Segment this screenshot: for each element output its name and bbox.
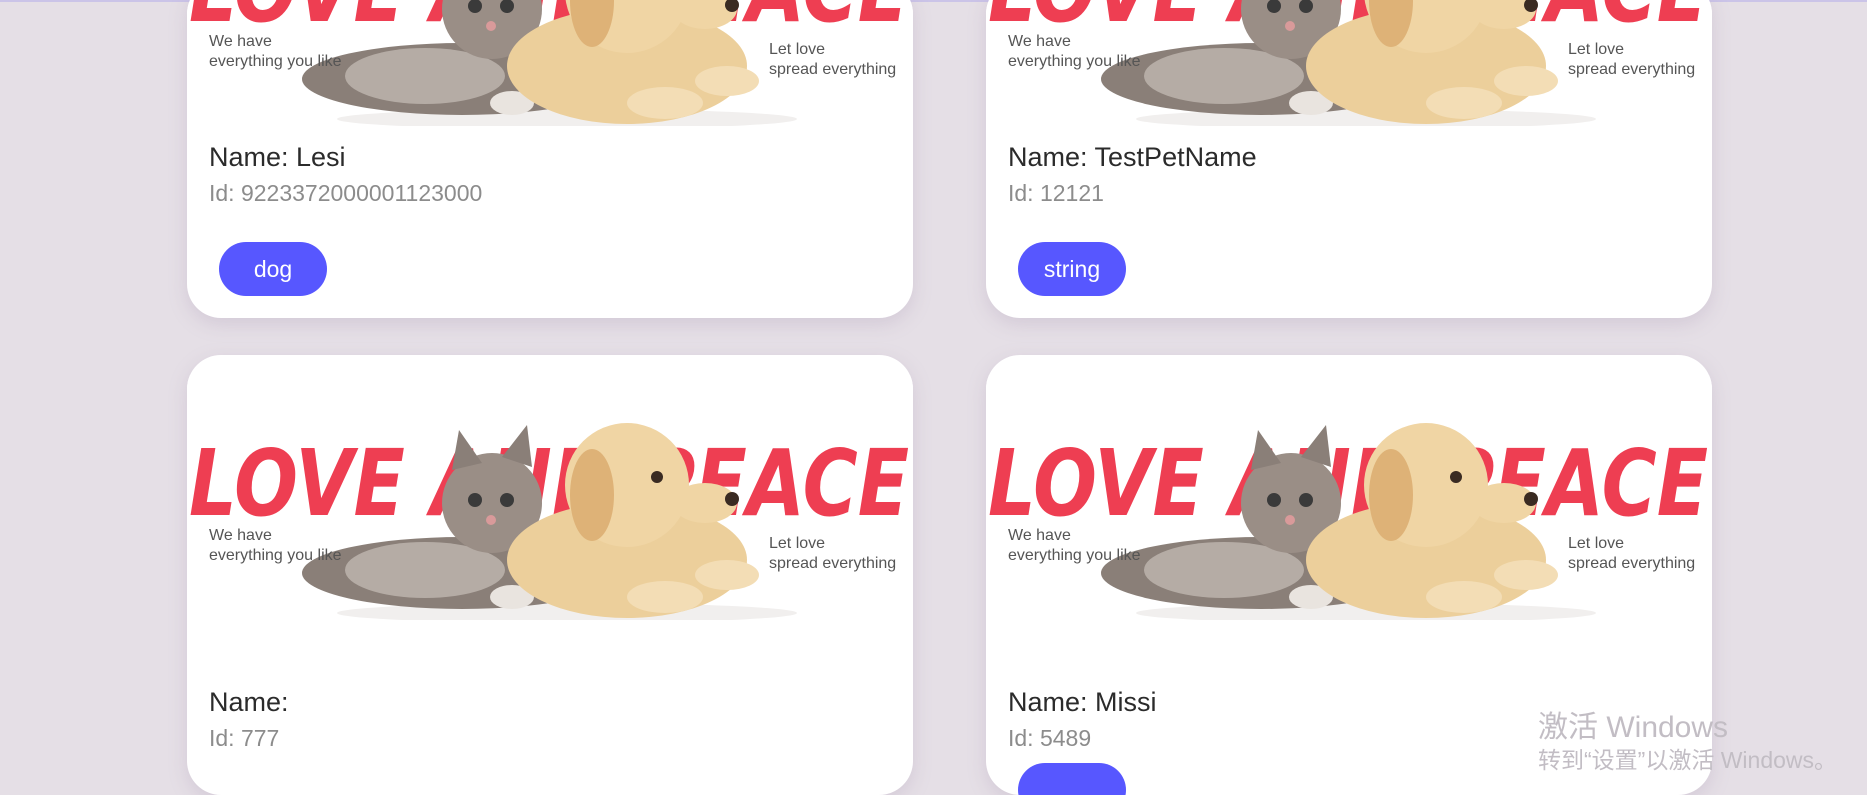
banner-left-line2: everything you like (1008, 547, 1141, 564)
pet-tag-button[interactable] (1018, 763, 1126, 795)
banner-right-line1: Let love (1568, 535, 1624, 552)
banner-right-line1: Let love (769, 41, 825, 58)
pet-id: Id: 777 (209, 725, 280, 751)
pet-card[interactable]: LOVE AND PEACE (986, 0, 1712, 318)
pet-banner-image: LOVE AND PEACE (986, 0, 1712, 126)
banner-left-line2: everything you like (209, 53, 342, 70)
love-and-peace-banner: LOVE AND PEACE (189, 423, 909, 620)
pet-name: Name: TestPetName (1008, 142, 1257, 172)
windows-activation-watermark: 激活 Windows 转到“设置”以激活 Windows。 (1538, 710, 1837, 774)
banner-left-line2: everything you like (1008, 53, 1141, 70)
love-and-peace-banner: LOVE AND PEACE (988, 423, 1708, 620)
banner-right-line2: spread everything (1568, 61, 1695, 78)
love-and-peace-banner: LOVE AND PEACE (988, 0, 1708, 126)
pet-id: Id: 5489 (1008, 725, 1092, 751)
banner-left-line1: We have (209, 33, 272, 50)
pet-id: Id: 12121 (1008, 180, 1104, 206)
banner-right-line2: spread everything (769, 61, 896, 78)
pet-id: Id: 9223372000001123000 (209, 180, 483, 206)
love-and-peace-banner: LOVE AND PEACE (189, 0, 909, 126)
pet-banner-image: LOVE AND PEACE (187, 0, 913, 126)
pet-card[interactable]: LOVE AND PEACE (187, 0, 913, 318)
pet-card[interactable]: LOVE AND PEACE (187, 355, 913, 795)
banner-left-line2: everything you like (209, 547, 342, 564)
banner-left-line1: We have (1008, 527, 1071, 544)
pet-name: Name: (209, 687, 289, 717)
pet-name: Name: Lesi (209, 142, 346, 172)
banner-left-line1: We have (1008, 33, 1071, 50)
watermark-subtitle: 转到“设置”以激活 Windows。 (1538, 747, 1838, 773)
pet-banner-image: LOVE AND PEACE (986, 375, 1712, 620)
banner-right-line2: spread everything (769, 555, 896, 572)
pet-tag-button[interactable]: string (1018, 242, 1126, 296)
watermark-title: 激活 Windows (1538, 711, 1729, 744)
banner-right-line1: Let love (1568, 41, 1624, 58)
banner-right-line2: spread everything (1568, 555, 1695, 572)
pet-name: Name: Missi (1008, 687, 1157, 717)
banner-right-line1: Let love (769, 535, 825, 552)
pet-banner-image: LOVE AND PEACE (187, 375, 913, 620)
banner-left-line1: We have (209, 527, 272, 544)
pet-tag-button[interactable]: dog (219, 242, 327, 296)
